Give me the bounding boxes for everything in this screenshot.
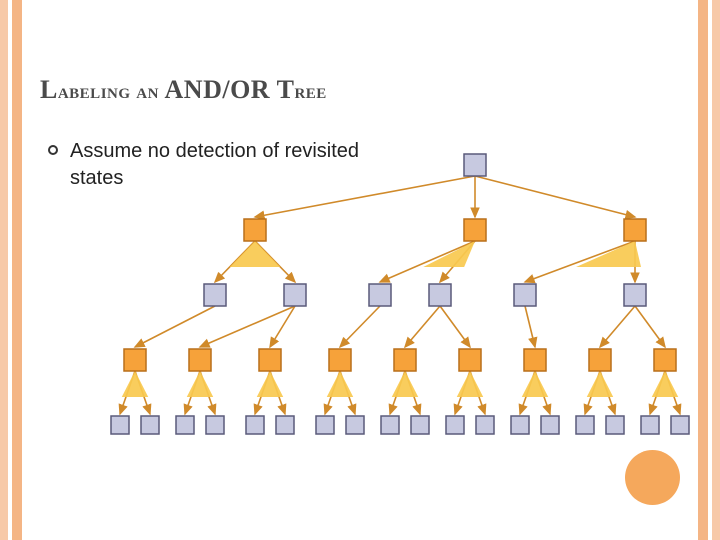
or-node [671, 416, 689, 434]
and-node [624, 219, 646, 241]
or-node [246, 416, 264, 434]
or-node [541, 416, 559, 434]
or-node [284, 284, 306, 306]
or-node [411, 416, 429, 434]
or-node [511, 416, 529, 434]
title-text: AND/OR [159, 75, 277, 104]
or-node [316, 416, 334, 434]
and-node [589, 349, 611, 371]
and-node [524, 349, 546, 371]
or-node [464, 154, 486, 176]
and-node [244, 219, 266, 241]
and-node [124, 349, 146, 371]
and-or-tree-diagram [80, 145, 700, 495]
title-text: L [40, 75, 58, 104]
title-text: T [277, 75, 295, 104]
or-node [276, 416, 294, 434]
and-node [259, 349, 281, 371]
and-node [394, 349, 416, 371]
decor-stripe [12, 0, 22, 540]
or-node [369, 284, 391, 306]
or-node [141, 416, 159, 434]
and-node [464, 219, 486, 241]
decor-circle [625, 450, 680, 505]
or-node [429, 284, 451, 306]
and-node [329, 349, 351, 371]
or-node [641, 416, 659, 434]
title-text: ree [294, 79, 326, 103]
slide-title: Labeling an AND/OR Tree [40, 75, 327, 105]
or-node [476, 416, 494, 434]
title-text: abeling an [58, 79, 159, 103]
and-node [459, 349, 481, 371]
or-node [204, 284, 226, 306]
or-node [206, 416, 224, 434]
and-node [654, 349, 676, 371]
or-node [624, 284, 646, 306]
decor-stripe [0, 0, 8, 540]
or-node [381, 416, 399, 434]
or-node [576, 416, 594, 434]
decor-stripe [712, 0, 720, 540]
bullet-marker-icon [48, 145, 58, 155]
or-node [446, 416, 464, 434]
or-node [111, 416, 129, 434]
or-node [514, 284, 536, 306]
or-node [176, 416, 194, 434]
or-node [346, 416, 364, 434]
and-node [189, 349, 211, 371]
or-node [606, 416, 624, 434]
